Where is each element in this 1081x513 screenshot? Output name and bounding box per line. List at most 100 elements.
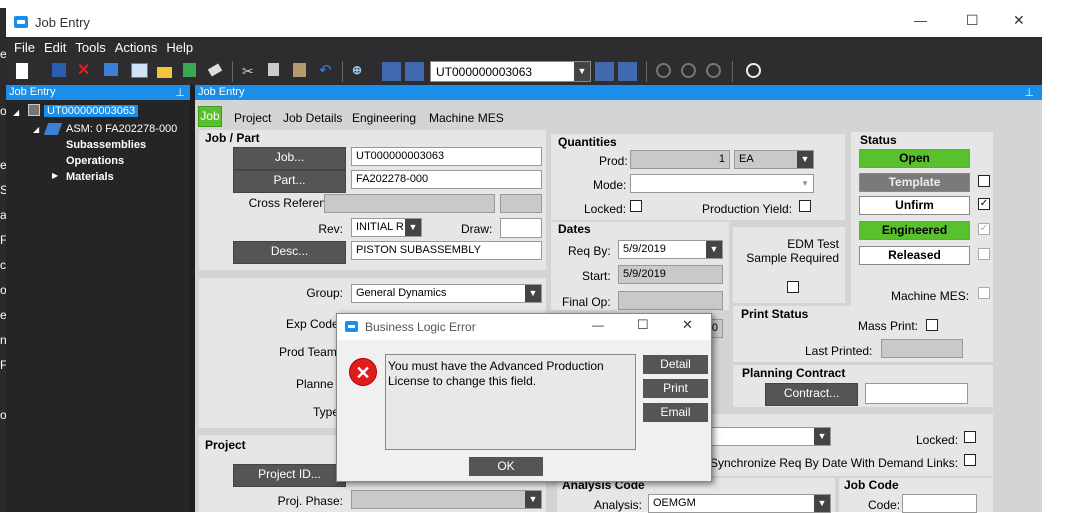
print-status-title: Print Status <box>741 307 809 321</box>
menu-edit[interactable]: Edit <box>40 37 71 55</box>
ok-button[interactable]: OK <box>469 457 543 476</box>
close-button[interactable]: ✕ <box>1013 12 1025 29</box>
prev-record-icon[interactable] <box>405 62 424 81</box>
start-field[interactable]: 5/9/2019 <box>618 265 723 284</box>
dialog-title-bar: Business Logic Error — ☐ ✕ <box>337 314 711 340</box>
forward-circle-icon[interactable] <box>681 63 696 78</box>
sync-checkbox[interactable] <box>964 454 976 466</box>
released-button[interactable]: Released <box>859 246 970 265</box>
maximize-button[interactable]: ☐ <box>966 12 979 29</box>
tree-expander-icon[interactable]: ▶ <box>52 171 58 180</box>
part-button[interactable]: Part... <box>233 170 346 193</box>
edm-checkbox[interactable] <box>787 281 799 293</box>
undo-icon[interactable]: ↶ <box>319 63 335 79</box>
contract-button[interactable]: Contract... <box>765 383 858 406</box>
lower-locked-checkbox[interactable] <box>964 431 976 443</box>
machine-mes-checkbox[interactable] <box>978 287 990 299</box>
open-button[interactable]: Open <box>859 149 970 168</box>
dialog-close-button[interactable]: ✕ <box>682 317 693 333</box>
grid-icon[interactable] <box>131 63 148 78</box>
job-field[interactable]: UT000000003063 <box>351 147 542 166</box>
cross-reference-field[interactable] <box>324 194 495 213</box>
eraser-icon[interactable] <box>207 63 223 77</box>
tab-machine-mes[interactable]: Machine MES <box>429 111 504 125</box>
engineered-checkbox[interactable]: ✓ <box>978 223 990 235</box>
desc-field[interactable]: PISTON SUBASSEMBLY <box>351 241 542 260</box>
last-record-icon[interactable] <box>618 62 637 81</box>
email-button[interactable]: Email <box>643 403 708 422</box>
tree-expander-icon[interactable]: ◢ <box>13 108 19 117</box>
cut-icon[interactable]: ✂ <box>242 63 258 79</box>
tab-engineering[interactable]: Engineering <box>352 111 416 125</box>
final-op-field[interactable] <box>618 291 723 310</box>
unfirm-button[interactable]: Unfirm <box>859 196 970 215</box>
mode-combo[interactable]: ▾ <box>630 174 814 193</box>
tab-job-details[interactable]: Job Details <box>283 111 342 125</box>
dialog-minimize-button[interactable]: — <box>592 318 604 332</box>
tab-project[interactable]: Project <box>234 111 271 125</box>
pin-icon[interactable]: ⊥ <box>175 86 185 99</box>
template-button[interactable]: Template <box>859 173 970 192</box>
project-id-button[interactable]: Project ID... <box>233 464 346 487</box>
menu-actions[interactable]: Actions <box>111 37 163 55</box>
tree-expander-icon[interactable]: ◢ <box>33 125 39 134</box>
print-status-group: Print Status Mass Print: Last Printed: <box>733 306 993 362</box>
group-combo[interactable]: General Dynamics ▼ <box>351 284 542 303</box>
book-icon[interactable] <box>104 63 118 76</box>
refresh-icon[interactable] <box>183 63 196 77</box>
detail-button[interactable]: Detail <box>643 355 708 374</box>
released-checkbox[interactable] <box>978 248 990 260</box>
tree-subassemblies[interactable]: Subassemblies <box>66 139 146 151</box>
new-icon[interactable] <box>16 63 28 79</box>
analysis-combo[interactable]: OEMGM ▼ <box>648 494 831 513</box>
job-button[interactable]: Job... <box>233 147 346 170</box>
stop-circle-icon[interactable] <box>706 63 721 78</box>
rev-combo[interactable]: INITIAL R ▼ <box>351 218 422 237</box>
play-circle-icon[interactable] <box>746 63 761 78</box>
binoculars-icon[interactable]: ⊕ <box>352 63 368 79</box>
copy-icon[interactable] <box>268 63 279 76</box>
pin-icon[interactable]: ⊥ <box>1024 86 1034 99</box>
dialog-maximize-button[interactable]: ☐ <box>637 317 649 333</box>
mass-print-checkbox[interactable] <box>926 319 938 331</box>
delete-icon[interactable]: ✕ <box>77 63 93 79</box>
next-record-icon[interactable] <box>595 62 614 81</box>
contract-field[interactable] <box>865 383 968 404</box>
tree-root-node[interactable]: UT000000003063 <box>44 105 139 117</box>
sync-label: Synchronize Req By Date With Demand Link… <box>710 456 959 470</box>
paste-icon[interactable] <box>293 63 306 77</box>
last-printed-field[interactable] <box>881 339 963 358</box>
mode-label: Mode: <box>593 178 627 192</box>
req-by-field[interactable]: 5/9/2019 ▼ <box>618 240 723 259</box>
tree-asm-node[interactable]: ASM: 0 FA202278-000 <box>66 123 177 135</box>
production-yield-checkbox[interactable] <box>799 200 811 212</box>
engineered-button[interactable]: Engineered <box>859 221 970 240</box>
folder-icon[interactable] <box>157 67 172 78</box>
desc-button[interactable]: Desc... <box>233 241 346 264</box>
tab-job[interactable]: Job <box>198 106 222 127</box>
uom-combo[interactable]: EA ▼ <box>734 150 814 169</box>
tree-materials[interactable]: Materials <box>66 171 114 183</box>
minimize-button[interactable]: — <box>914 13 927 28</box>
draw-field[interactable] <box>500 218 542 238</box>
save-icon[interactable] <box>52 63 66 77</box>
tree-operations[interactable]: Operations <box>66 155 124 167</box>
business-logic-error-dialog: Business Logic Error — ☐ ✕ ✕ You must ha… <box>336 313 712 482</box>
error-icon: ✕ <box>349 358 377 386</box>
menu-help[interactable]: Help <box>162 37 198 55</box>
proj-phase-combo[interactable]: ▼ <box>351 490 542 509</box>
menu-file[interactable]: File <box>6 37 40 55</box>
unfirm-checkbox[interactable]: ✓ <box>978 198 990 210</box>
menu-tools[interactable]: Tools <box>71 37 110 55</box>
job-combo[interactable]: UT000000003063 ▼ <box>430 61 591 82</box>
cross-reference-extra-field[interactable] <box>500 194 542 213</box>
print-button[interactable]: Print <box>643 379 708 398</box>
code-field[interactable] <box>902 494 977 513</box>
prod-qty-field[interactable]: 1 <box>630 150 730 169</box>
status-title: Status <box>860 133 897 147</box>
back-circle-icon[interactable] <box>656 63 671 78</box>
first-record-icon[interactable] <box>382 62 401 81</box>
locked-checkbox[interactable] <box>630 200 642 212</box>
part-field[interactable]: FA202278-000 <box>351 170 542 189</box>
template-checkbox[interactable] <box>978 175 990 187</box>
